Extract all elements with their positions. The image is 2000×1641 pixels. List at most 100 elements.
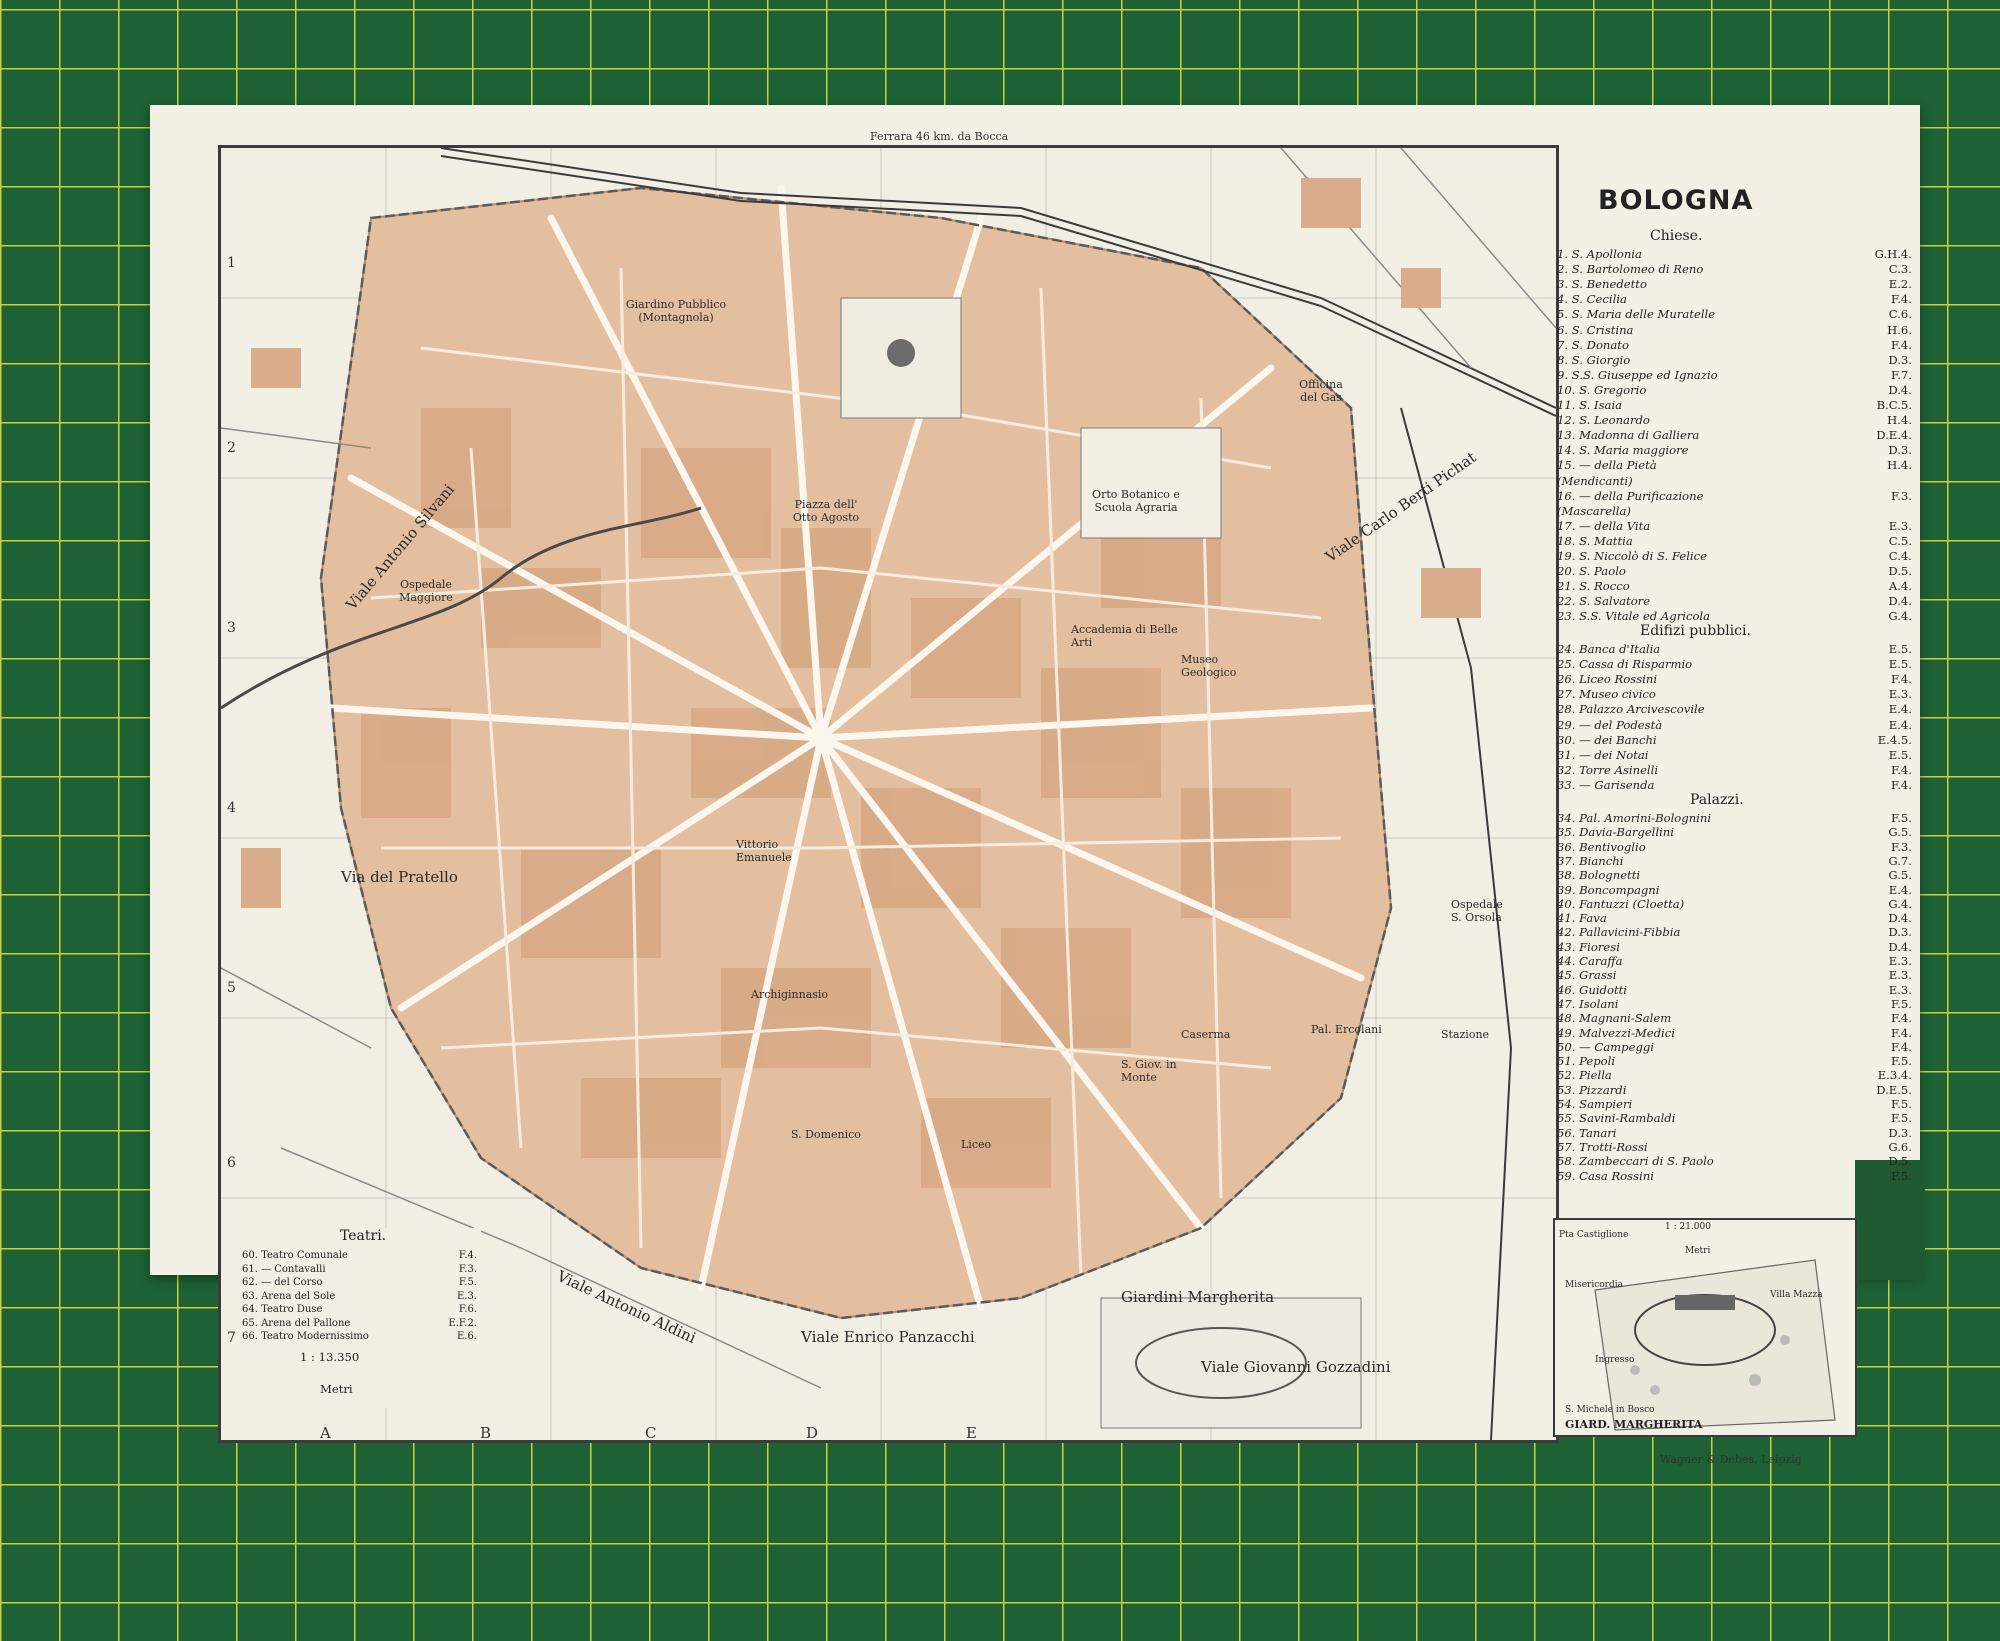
legend-item-label: 59. Casa Rossini <box>1557 1168 1654 1183</box>
legend-item: 42. Pallavicini-Fibbia D.3. <box>1557 925 1912 939</box>
legend-item-label: 17. — della Vita <box>1557 518 1651 533</box>
legend-item: 2. S. Bartolomeo di Reno C.3. <box>1557 262 1912 276</box>
legend-item-label: 1. S. Apollonia <box>1557 247 1642 261</box>
legend-item-label: 19. S. Niccolò di S. Felice <box>1557 549 1707 563</box>
legend-item-grid: F.5. <box>1891 1097 1912 1111</box>
grid-letter: E <box>966 1424 977 1442</box>
legend-item-label: 14. S. Maria maggiore <box>1557 443 1689 458</box>
legend-item: 34. Pal. Amorini-Bolognini F.5. <box>1557 811 1912 825</box>
teatri-item-grid: E.3. <box>456 1290 477 1302</box>
grid-row: 4 <box>227 800 236 816</box>
legend-item-label: 31. — dei Notai <box>1557 747 1649 762</box>
teatri-item-label: 62. — del Corso <box>242 1277 323 1288</box>
legend-item: 8. S. Giorgio D.3. <box>1557 353 1912 367</box>
legend-item-grid: F.5. <box>1891 1168 1912 1183</box>
legend-item: 36. Bentivoglio F.3. <box>1557 840 1912 854</box>
legend-item: (Mascarella) <box>1557 504 1912 518</box>
legend-item: 40. Fantuzzi (Cloetta) G.4. <box>1557 897 1912 911</box>
via-pratello-label: Via del Pratello <box>341 868 458 886</box>
legend-item-label: 54. Sampieri <box>1557 1097 1633 1111</box>
legend-item-grid: F.5. <box>1891 1111 1912 1126</box>
legend-item-label: (Mendicanti) <box>1557 473 1633 488</box>
legend-item-label: 23. S.S. Vitale ed Agricola <box>1557 609 1711 624</box>
legend-item-grid: D.E.5. <box>1876 1082 1912 1097</box>
teatri-item-grid: E.F.2. <box>448 1317 477 1329</box>
edifizi-heading: Edifizi pubblici. <box>1640 623 1751 639</box>
legend-item-grid: E.4.5. <box>1877 732 1912 747</box>
legend-item-grid: D.3. <box>1888 925 1912 940</box>
officina-gas-label: Officina del Gas <box>1299 378 1343 404</box>
legend-item-label: 58. Zambeccari di S. Paolo <box>1557 1154 1714 1169</box>
grid-letter: C <box>645 1424 657 1442</box>
teatri-item-label: 63. Arena del Sole <box>242 1290 336 1302</box>
legend-item: 20. S. Paolo D.5. <box>1557 564 1912 578</box>
legend-item: 18. S. Mattia C.5. <box>1557 534 1912 548</box>
s-domenico-label: S. Domenico <box>791 1128 861 1141</box>
legend-item: 22. S. Salvatore D.4. <box>1557 594 1912 608</box>
legend-item-grid: F.4. <box>1891 1025 1912 1040</box>
viale-panzacchi-label: Viale Enrico Panzacchi <box>801 1328 975 1346</box>
legend-item-label: (Mascarella) <box>1557 503 1631 518</box>
legend-item-grid: F.3. <box>1891 839 1912 854</box>
legend-item-label: 28. Palazzo Arcivescovile <box>1557 702 1705 717</box>
legend-item-label: 11. S. Isaia <box>1557 398 1623 412</box>
grid-row: 6 <box>227 1155 236 1171</box>
piazza-otto-agosto-label: Piazza dell' Otto Agosto <box>792 498 860 524</box>
legend-item-grid: H.4. <box>1887 413 1912 428</box>
legend-item-label: 44. Caraffa <box>1557 954 1623 968</box>
teatri-item: 65. Arena del Pallone E.F.2. <box>242 1318 477 1329</box>
legend-item-grid: G.6. <box>1888 1139 1912 1154</box>
archiginnasio-label: Archiginnasio <box>751 988 829 1001</box>
legend-item: 43. Fioresi D.4. <box>1557 940 1912 954</box>
legend-item-label: 42. Pallavicini-Fibbia <box>1557 925 1681 940</box>
legend-item: 15. — della Pietà H.4. <box>1557 458 1912 472</box>
legend-item-grid: G.7. <box>1888 853 1912 868</box>
liceo-label: Liceo <box>961 1138 992 1151</box>
museo-geologico-label: Museo Geologico <box>1181 653 1237 679</box>
stazione-label: Stazione <box>1441 1028 1490 1041</box>
legend-item-grid: E.5. <box>1888 747 1912 762</box>
caserma-label: Caserma <box>1181 1028 1231 1041</box>
inset-scale: 1 : 21.000 <box>1665 1222 1711 1232</box>
legend-item-grid: F.4. <box>1891 672 1912 687</box>
legend-item: 51. Pepoli F.5. <box>1557 1054 1912 1068</box>
legend-item-label: 53. Pizzardi <box>1557 1082 1627 1097</box>
city-map[interactable]: Giardino Pubblico (Montagnola) Orto Bota… <box>218 145 1559 1443</box>
legend-item: 48. Magnani-Salem F.4. <box>1557 1011 1912 1025</box>
legend-item-grid: D.4. <box>1888 911 1912 926</box>
legend-item: 14. S. Maria maggiore D.3. <box>1557 443 1912 457</box>
legend-item-grid: F.4. <box>1891 1011 1912 1026</box>
legend-item-grid: E.5. <box>1888 642 1912 656</box>
legend-item: 21. S. Rocco A.4. <box>1557 579 1912 593</box>
legend-item-label: 48. Magnani-Salem <box>1557 1011 1672 1026</box>
legend-item-grid: E.3. <box>1888 687 1912 702</box>
inset-map-giardini[interactable]: 1 : 21.000 Metri Pta Castiglione Miseric… <box>1553 1218 1857 1437</box>
legend-item-grid: F.4. <box>1891 292 1912 307</box>
legend-item: 49. Malvezzi-Medici F.4. <box>1557 1026 1912 1040</box>
legend-item-label: 15. — della Pietà <box>1557 458 1657 473</box>
legend-item: 1. S. Apollonia G.H.4. <box>1557 247 1912 261</box>
legend-item-grid: D.4. <box>1888 594 1912 609</box>
legend-item: 13. Madonna di Galliera D.E.4. <box>1557 428 1912 442</box>
teatri-item: 61. — Contavalli F.3. <box>242 1264 477 1275</box>
legend-item-label: 39. Boncompagni <box>1557 882 1660 897</box>
legend-item: (Mendicanti) <box>1557 474 1912 488</box>
inset-label: Pta Castiglione <box>1559 1230 1629 1240</box>
grid-letter: D <box>806 1424 819 1442</box>
legend-item-grid: E.3. <box>1888 982 1912 997</box>
chiese-heading: Chiese. <box>1650 228 1703 244</box>
legend-item-grid: E.3. <box>1888 954 1912 968</box>
legend-item-grid: E.3.4. <box>1877 1068 1912 1083</box>
legend-item-grid: G.H.4. <box>1874 247 1912 261</box>
legend-item: 58. Zambeccari di S. Paolo D.5. <box>1557 1154 1912 1168</box>
legend-item: 4. S. Cecilia F.4. <box>1557 292 1912 306</box>
inset-label: Villa Mazza <box>1770 1290 1823 1300</box>
legend-item: 26. Liceo Rossini F.4. <box>1557 672 1912 686</box>
accademia-label: Accademia di Belle Arti <box>1071 623 1178 649</box>
legend-item-grid: C.4. <box>1888 549 1912 563</box>
inset-label: S. Michele in Bosco <box>1565 1405 1655 1415</box>
legend-item: 7. S. Donato F.4. <box>1557 338 1912 352</box>
legend-item: 24. Banca d'Italia E.5. <box>1557 642 1912 656</box>
legend-item-label: 46. Guidotti <box>1557 982 1627 997</box>
grid-row: 7 <box>227 1330 236 1346</box>
